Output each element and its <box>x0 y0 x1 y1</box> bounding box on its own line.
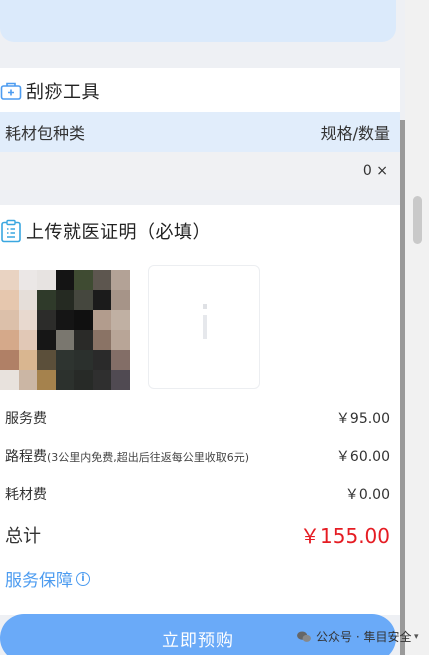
upload-placeholder-mark <box>203 315 207 339</box>
watermark: 公众号 · 隼目安全 <box>296 628 411 645</box>
uploaded-photo-thumbnail[interactable] <box>0 270 130 390</box>
watermark-text: 公众号 · 隼目安全 <box>316 630 412 644</box>
service-fee-label: 服务费 <box>5 411 47 427</box>
material-fee-row: 耗材费 ￥0.00 <box>0 484 400 504</box>
clipboard-icon <box>0 219 22 243</box>
travel-fee-label-group: 路程费(3公里内免费,超出后往返每公里收取6元) <box>5 446 249 466</box>
scrollbar-track[interactable] <box>405 0 429 655</box>
upload-section-header: 上传就医证明（必填） <box>0 211 211 251</box>
booking-form: 刮痧工具 耗材包种类 规格/数量 0 × 上传就医证明（必填） 服务费 ￥95.… <box>0 0 400 655</box>
total-value: ￥155.00 <box>300 524 390 548</box>
upload-placeholder-mark <box>203 304 207 309</box>
service-guarantee-label: 服务保障 <box>5 571 73 591</box>
section-title: 上传就医证明（必填） <box>26 222 211 243</box>
material-fee-label: 耗材费 <box>5 487 47 503</box>
medical-kit-icon <box>0 80 22 102</box>
section-title: 刮痧工具 <box>26 82 100 103</box>
book-now-label: 立即预购 <box>162 630 234 651</box>
service-guarantee-link[interactable]: 服务保障 i <box>5 566 90 591</box>
service-fee-value: ￥95.00 <box>335 411 390 427</box>
travel-fee-label: 路程费 <box>5 449 47 465</box>
viewport: { "scraping_tools": { "title": "刮痧工具", "… <box>0 0 429 655</box>
tools-table-header: 耗材包种类 规格/数量 <box>0 112 400 152</box>
scrollbar-thumb[interactable] <box>413 196 422 244</box>
total-row: 总计 ￥155.00 <box>0 520 400 549</box>
upload-slot[interactable] <box>148 265 260 389</box>
travel-fee-row: 路程费(3公里内免费,超出后往返每公里收取6元) ￥60.00 <box>0 446 400 466</box>
travel-fee-note: (3公里内免费,超出后往返每公里收取6元) <box>47 451 250 464</box>
info-circle-icon: i <box>76 571 90 586</box>
column-spec: 规格/数量 <box>320 124 390 143</box>
top-info-card <box>0 0 396 42</box>
material-fee-value: ￥0.00 <box>344 487 390 503</box>
tools-section-header: 刮痧工具 <box>0 71 100 111</box>
total-label: 总计 <box>5 525 41 547</box>
quantity-value: 0 × <box>362 163 388 179</box>
travel-fee-value: ￥60.00 <box>335 449 390 465</box>
table-row[interactable]: 0 × <box>0 152 400 190</box>
service-fee-row: 服务费 ￥95.00 <box>0 408 400 428</box>
wechat-icon <box>297 630 311 642</box>
column-kind: 耗材包种类 <box>5 124 86 143</box>
scroll-down-arrow-icon[interactable]: ▾ <box>414 632 419 642</box>
